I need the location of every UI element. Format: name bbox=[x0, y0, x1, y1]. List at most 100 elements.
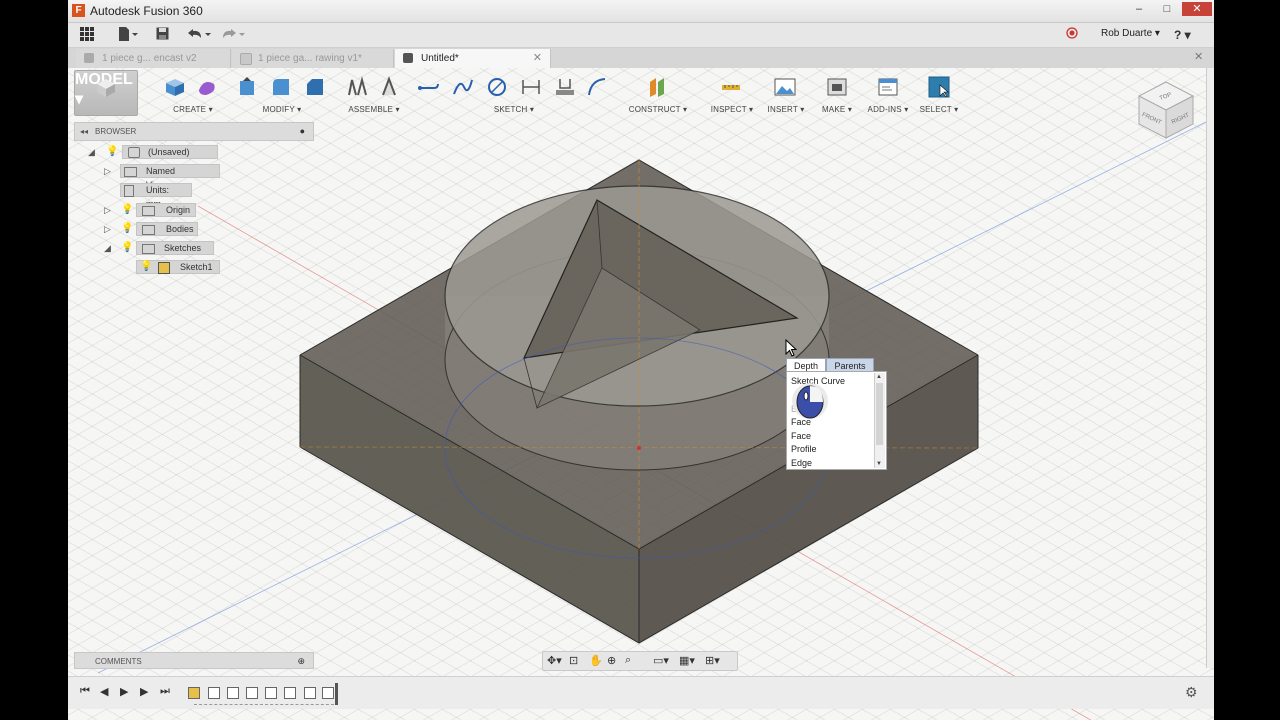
undo-icon[interactable] bbox=[186, 27, 212, 43]
collapse-panel-icon[interactable]: ◂◂ bbox=[80, 123, 88, 140]
redo-icon[interactable] bbox=[220, 27, 246, 43]
make-menu[interactable]: MAKE ▾ bbox=[814, 70, 860, 116]
model-scene[interactable] bbox=[68, 68, 1214, 720]
timeline-extrude-icon[interactable] bbox=[208, 687, 220, 699]
tab-close-x-icon[interactable]: ✕ bbox=[1194, 50, 1203, 63]
list-item[interactable]: Profile bbox=[791, 443, 817, 456]
expand-arrow-icon[interactable]: ▷ bbox=[104, 203, 111, 217]
viewports-icon[interactable]: ⊞▾ bbox=[705, 654, 720, 667]
3d-viewport[interactable] bbox=[68, 68, 1214, 720]
workspace-switcher-model[interactable]: MODEL ▾ bbox=[74, 70, 138, 116]
tab-untitled[interactable]: Untitled* ✕ bbox=[395, 49, 551, 68]
select-other-popup: Depth Parents Sketch Curve Edge Face Fac… bbox=[786, 358, 887, 470]
orbit-icon[interactable]: ✥▾ bbox=[547, 654, 562, 667]
timeline-settings-gear-icon[interactable]: ⚙ bbox=[1185, 684, 1198, 701]
expand-arrow-icon[interactable]: ▷ bbox=[104, 222, 111, 236]
file-menu-icon[interactable] bbox=[118, 27, 138, 43]
close-window-button[interactable]: ✕ bbox=[1182, 2, 1212, 16]
display-settings-icon[interactable]: ▭▾ bbox=[653, 654, 669, 667]
tab-label: 1 piece ga... rawing v1* bbox=[258, 53, 362, 64]
tab-document-1[interactable]: 1 piece g... encast v2 bbox=[76, 49, 231, 68]
step-forward-icon[interactable]: ▶ bbox=[140, 685, 148, 698]
pin-panel-icon[interactable]: ● bbox=[300, 123, 305, 140]
tab-label: 1 piece g... encast v2 bbox=[102, 53, 197, 64]
model-cube-icon bbox=[97, 79, 115, 97]
box-create-icon bbox=[166, 79, 184, 96]
add-comment-icon[interactable]: ⊕ bbox=[297, 653, 305, 670]
construct-menu[interactable]: CONSTRUCT ▾ bbox=[626, 70, 690, 116]
create-label: CREATE ▾ bbox=[173, 105, 213, 114]
as-built-joint-icon bbox=[382, 76, 396, 96]
tab-depth[interactable]: Depth bbox=[786, 358, 826, 372]
play-icon[interactable]: ▶ bbox=[120, 685, 128, 698]
step-back-icon[interactable]: ◀ bbox=[100, 685, 108, 698]
record-icon[interactable] bbox=[1066, 27, 1078, 43]
go-to-beginning-icon[interactable]: ⏮ bbox=[80, 685, 90, 698]
scroll-up-icon[interactable]: ▲ bbox=[876, 374, 882, 380]
fit-icon[interactable]: ⌕ bbox=[625, 654, 631, 667]
sketch-menu[interactable]: SKETCH ▾ bbox=[414, 70, 614, 116]
insert-image-icon bbox=[774, 78, 796, 96]
expand-triangle-icon[interactable]: ◢ bbox=[104, 241, 111, 255]
inspect-menu[interactable]: INSPECT ▾ bbox=[704, 70, 760, 116]
drawing-icon bbox=[240, 53, 252, 65]
line-sketch-icon bbox=[418, 83, 439, 90]
visibility-bulb-icon[interactable]: 💡 bbox=[121, 241, 133, 255]
help-menu-icon[interactable]: ? ▾ bbox=[1174, 27, 1191, 43]
viewcube[interactable]: TOP FRONT RIGHT bbox=[1131, 78, 1201, 148]
timeline-fillet-icon[interactable] bbox=[322, 687, 334, 699]
expand-triangle-icon[interactable]: ◢ bbox=[88, 145, 95, 159]
visibility-bulb-icon[interactable]: 💡 bbox=[121, 222, 133, 236]
timeline-extrude-icon[interactable] bbox=[246, 687, 258, 699]
assemble-menu[interactable]: ASSEMBLE ▾ bbox=[342, 70, 406, 116]
scroll-thumb[interactable] bbox=[876, 383, 883, 445]
add-ins-menu[interactable]: ADD-INS ▾ bbox=[864, 70, 912, 116]
minimize-button[interactable]: – bbox=[1126, 2, 1152, 16]
timeline-chamfer-icon[interactable] bbox=[284, 687, 296, 699]
save-icon[interactable] bbox=[156, 27, 169, 43]
construct-label: CONSTRUCT ▾ bbox=[628, 105, 688, 114]
look-at-icon[interactable]: ⊡ bbox=[569, 654, 578, 667]
create-menu[interactable]: CREATE ▾ bbox=[160, 70, 226, 116]
modify-label: MODIFY ▾ bbox=[262, 105, 302, 114]
3d-print-icon bbox=[827, 78, 847, 96]
maximize-button[interactable]: □ bbox=[1154, 2, 1180, 16]
user-account-menu[interactable]: Rob Duarte ▾ bbox=[1101, 28, 1160, 39]
timeline-fillet-icon[interactable] bbox=[304, 687, 316, 699]
select-label: SELECT ▾ bbox=[919, 105, 959, 114]
expand-arrow-icon[interactable]: ▷ bbox=[104, 164, 111, 178]
comments-panel[interactable]: COMMENTS ⊕ bbox=[74, 652, 314, 669]
browser-title: BROWSER bbox=[95, 127, 137, 136]
zoom-icon[interactable]: ⊕ bbox=[607, 654, 616, 667]
visibility-bulb-icon[interactable]: 💡 bbox=[121, 203, 133, 217]
title-bar: F Autodesk Fusion 360 – □ ✕ bbox=[68, 0, 1214, 23]
timeline-extrude-icon[interactable] bbox=[227, 687, 239, 699]
mouse-scroll-icon bbox=[792, 383, 828, 419]
scroll-down-icon[interactable]: ▼ bbox=[876, 461, 882, 467]
list-item[interactable]: Face bbox=[791, 430, 811, 443]
browser-node-label: (Unsaved) bbox=[148, 147, 190, 157]
timeline-chamfer-icon[interactable] bbox=[265, 687, 277, 699]
tab-parents[interactable]: Parents bbox=[826, 358, 874, 372]
visibility-bulb-icon[interactable]: 💡 bbox=[140, 260, 152, 274]
main-toolbar: MODEL ▾ CREATE ▾ MODIFY ▾ ASSEMBLE ▾ SKE… bbox=[74, 70, 964, 116]
data-panel-grid-icon[interactable] bbox=[80, 27, 94, 43]
timeline-marker[interactable] bbox=[335, 683, 338, 705]
list-scrollbar[interactable]: ▲ ▼ bbox=[874, 373, 885, 468]
timeline-sketch-icon[interactable] bbox=[188, 687, 200, 699]
insert-menu[interactable]: INSERT ▾ bbox=[764, 70, 808, 116]
browser-node-label: Sketches bbox=[164, 243, 202, 253]
list-item[interactable]: Edge bbox=[791, 457, 812, 470]
grid-settings-icon[interactable]: ▦▾ bbox=[679, 654, 695, 667]
select-menu[interactable]: SELECT ▾ bbox=[916, 70, 962, 116]
go-to-end-icon[interactable]: ⏭ bbox=[160, 685, 170, 698]
document-tabs: 1 piece g... encast v2 1 piece ga... raw… bbox=[68, 48, 1214, 68]
close-tab-icon[interactable]: ✕ bbox=[533, 49, 542, 68]
timeline: ⏮ ◀ ▶ ▶ ⏭ bbox=[68, 676, 1214, 709]
browser-header[interactable]: ◂◂ BROWSER ● bbox=[74, 122, 314, 141]
tab-document-2[interactable]: 1 piece ga... rawing v1* bbox=[232, 49, 394, 68]
design-icon bbox=[403, 53, 413, 63]
visibility-bulb-icon[interactable]: 💡 bbox=[106, 145, 118, 159]
modify-menu[interactable]: MODIFY ▾ bbox=[232, 70, 332, 116]
pan-icon[interactable]: ✋ bbox=[589, 654, 603, 667]
